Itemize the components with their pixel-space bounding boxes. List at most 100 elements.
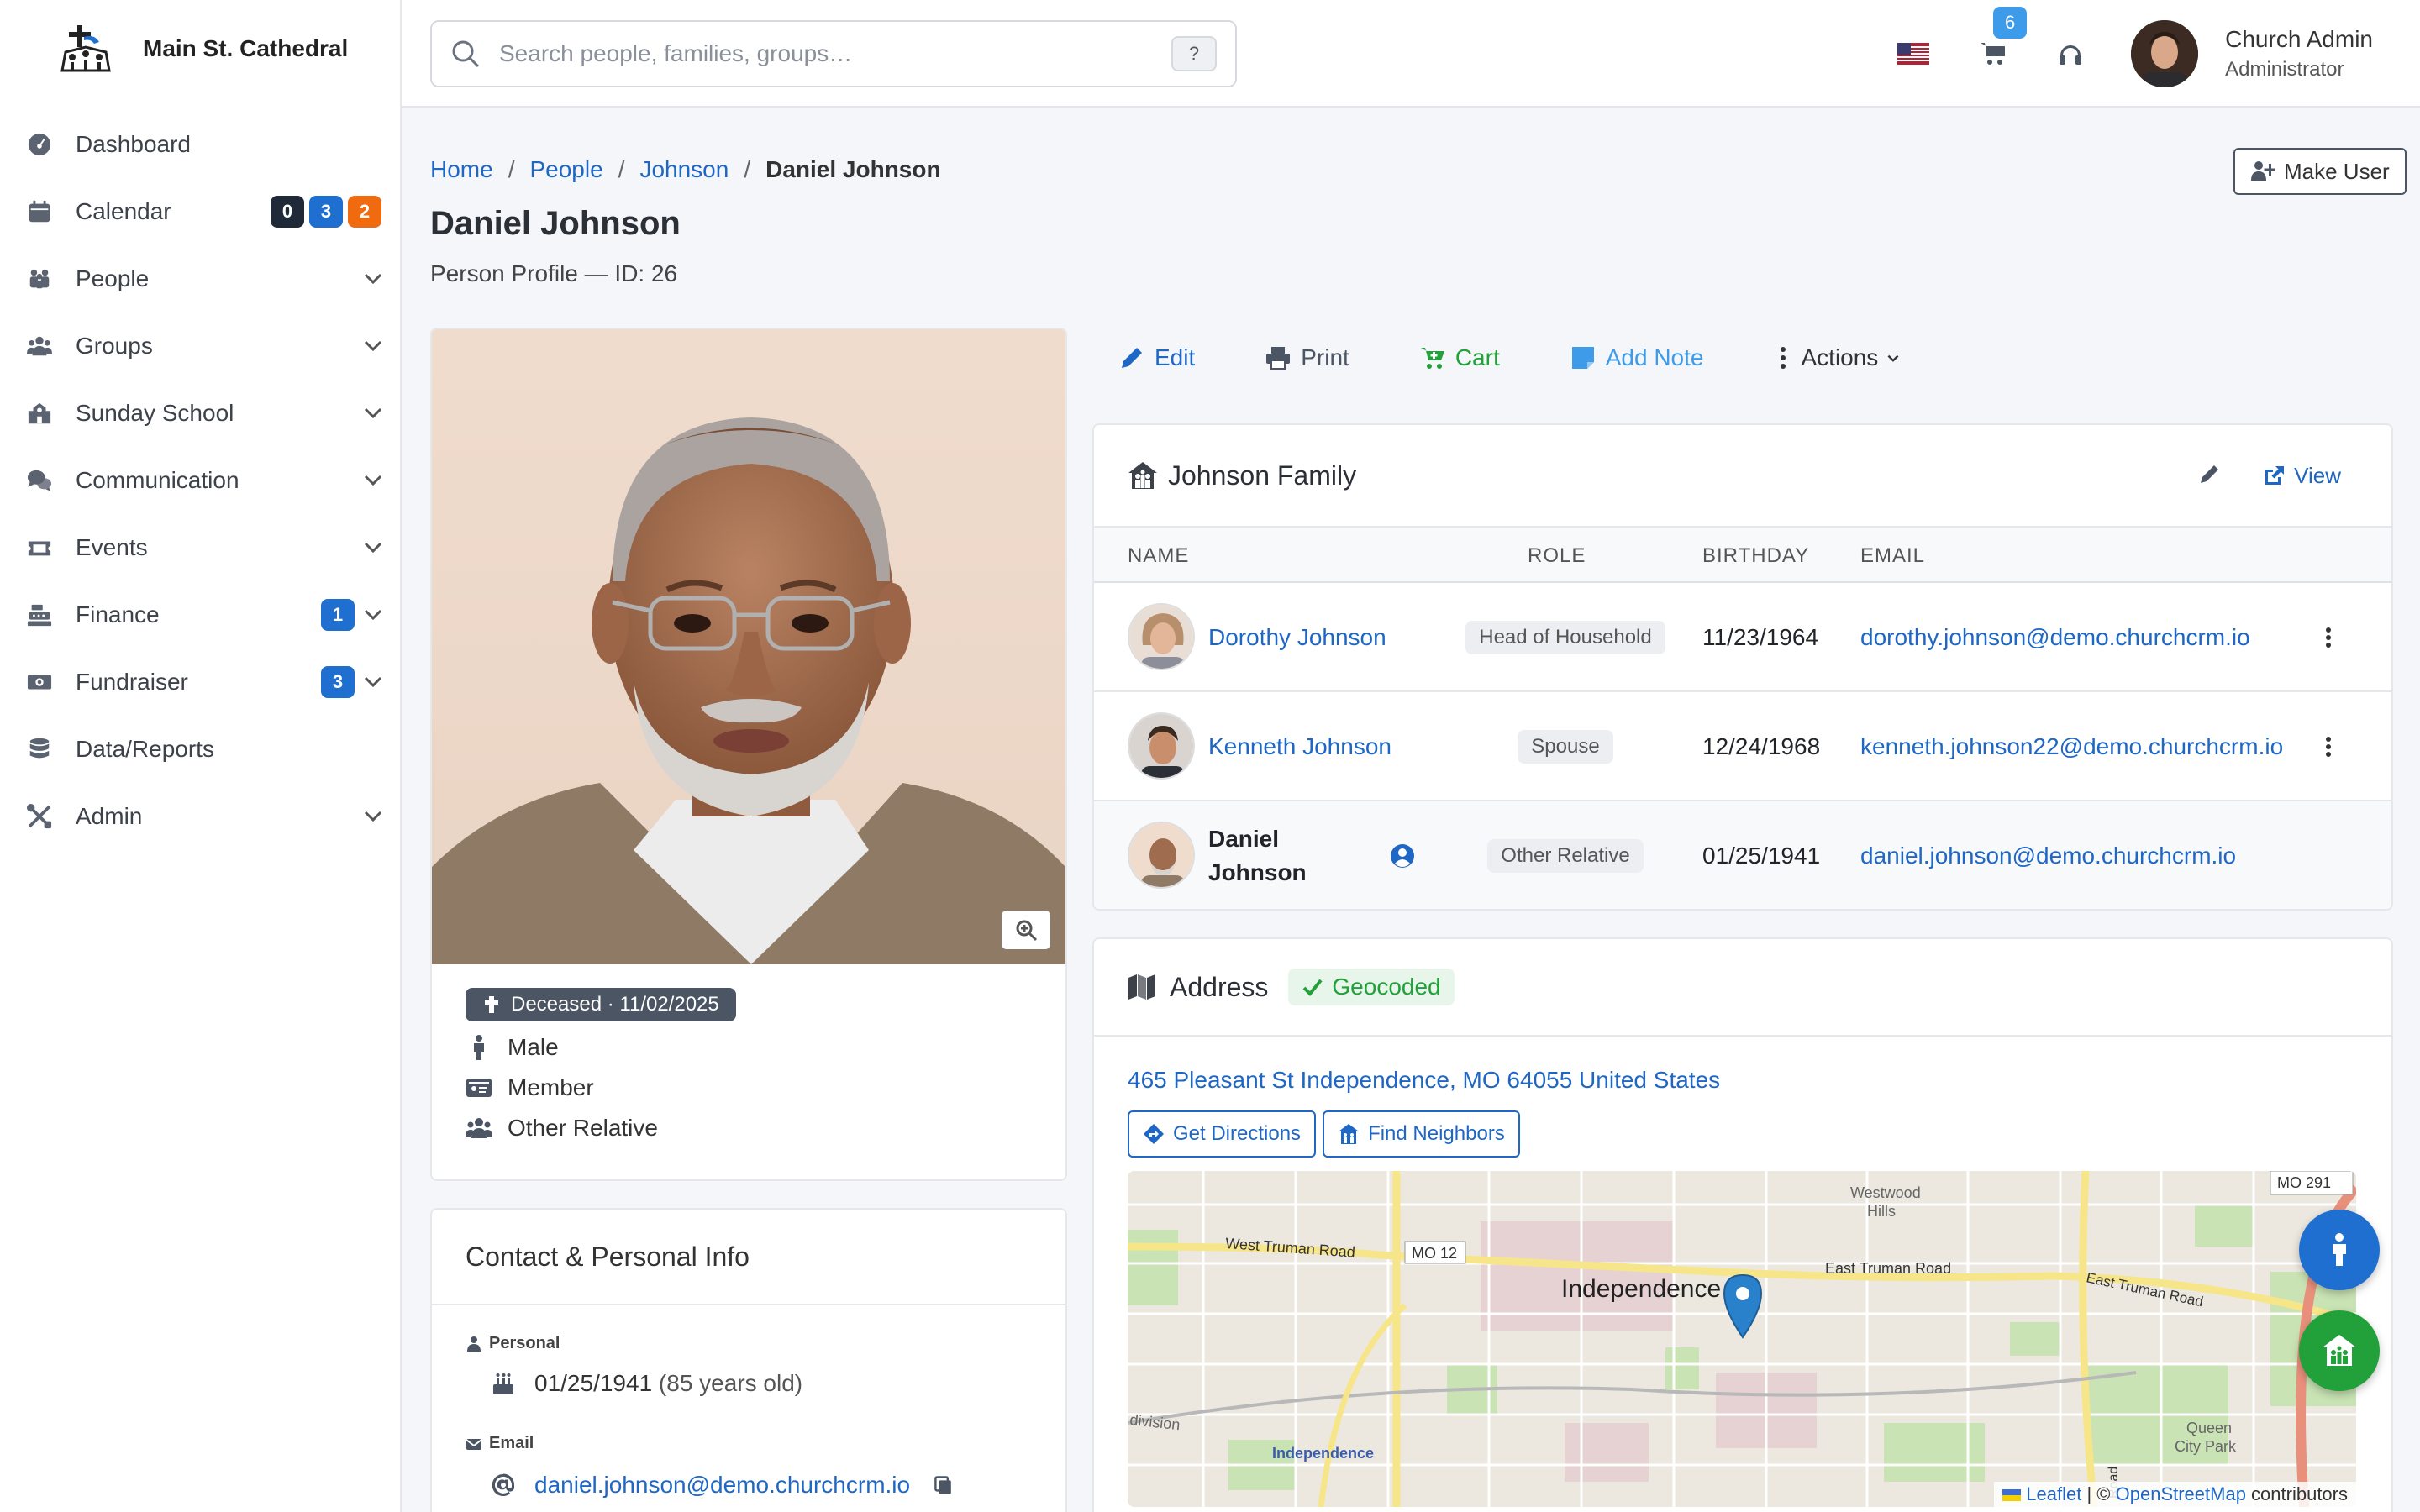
photo-zoom-button[interactable] (1002, 911, 1050, 949)
row-menu-button[interactable] (2324, 692, 2333, 801)
actions-dropdown[interactable]: Actions (1774, 344, 1900, 371)
sidebar-item-label: Groups (76, 333, 153, 359)
sidebar-item-admin[interactable]: Admin (0, 783, 400, 850)
envelope-icon (466, 1438, 482, 1450)
column-email: EMAIL (1860, 544, 1926, 567)
profile-photo[interactable] (432, 329, 1065, 964)
family-name: Johnson Family (1168, 459, 1357, 491)
page-title: Daniel Johnson (430, 205, 681, 242)
birthdate-value: 01/25/1941 (534, 1370, 653, 1396)
view-family-link[interactable]: View (2264, 463, 2341, 489)
email-link[interactable]: daniel.johnson@demo.churchcrm.io (534, 1472, 910, 1499)
breadcrumb-family[interactable]: Johnson (639, 156, 729, 183)
view-label: View (2294, 462, 2341, 488)
member-birthday: 11/23/1964 (1702, 624, 1819, 650)
us-flag-icon[interactable] (1897, 43, 1930, 65)
print-button[interactable]: Print (1265, 344, 1349, 371)
family-card: Johnson Family View NAME ROLE BIRTHDAY E… (1092, 423, 2393, 911)
row-menu-button[interactable] (2324, 583, 2333, 692)
database-icon (25, 735, 54, 764)
sidebar-item-finance[interactable]: Finance 1 (0, 581, 400, 648)
brand[interactable]: Main St. Cathedral (0, 0, 400, 97)
gauge-icon (25, 130, 54, 159)
map-label-area: City Park (2175, 1438, 2237, 1455)
support-button[interactable] (2054, 37, 2087, 71)
gender-value: Male (508, 1034, 559, 1060)
chevron-down-icon (360, 400, 387, 427)
user-menu[interactable]: Church Admin Administrator (2225, 26, 2373, 81)
map-label-station: Independence (1272, 1445, 1374, 1462)
add-note-button[interactable]: Add Note (1570, 344, 1703, 371)
member-last-name: Johnson (1208, 859, 1307, 885)
attribution-rest: contributors (2245, 1483, 2348, 1504)
person-icon (2333, 1233, 2346, 1266)
search-icon (452, 40, 480, 68)
sidebar-item-fundraiser[interactable]: Fundraiser 3 (0, 648, 400, 716)
osm-link[interactable]: OpenStreetMap (2116, 1483, 2246, 1504)
address-title: Address (1170, 971, 1269, 1002)
user-plus-icon (2251, 161, 2275, 181)
family-home-icon (1128, 462, 1157, 489)
sidebar-item-label: Admin (76, 803, 143, 829)
copy-icon[interactable] (934, 1475, 954, 1495)
breadcrumb-separator: / (508, 156, 515, 182)
member-email-link[interactable]: dorothy.johnson@demo.churchcrm.io (1860, 624, 2250, 651)
ukraine-flag-icon (2002, 1489, 2022, 1502)
find-neighbors-button[interactable]: Find Neighbors (1323, 1110, 1520, 1158)
address-map[interactable]: West Truman Road MO 12 Independence East… (1128, 1171, 2356, 1507)
member-birthday: 01/25/1941 (1702, 843, 1821, 869)
make-user-label: Make User (2284, 158, 2390, 184)
table-row-current: Daniel Johnson Other Relative 01/25/1941… (1094, 801, 2391, 909)
search-shortcut-hint[interactable]: ? (1171, 36, 1217, 71)
edit-button[interactable]: Edit (1119, 344, 1195, 371)
id-card-icon (466, 1079, 492, 1097)
sidebar-item-label: Sunday School (76, 400, 234, 426)
sidebar-item-groups[interactable]: Groups (0, 312, 400, 380)
contact-card-title: Contact & Personal Info (432, 1210, 1065, 1305)
member-name-link[interactable]: Dorothy Johnson (1208, 624, 1386, 651)
sidebar-item-sunday-school[interactable]: Sunday School (0, 380, 400, 447)
sidebar-item-communication[interactable]: Communication (0, 447, 400, 514)
address-link[interactable]: 465 Pleasant St Independence, MO 64055 U… (1128, 1067, 1720, 1094)
pencil-icon (2201, 465, 2219, 483)
user-avatar[interactable] (2131, 20, 2199, 87)
school-icon (25, 399, 54, 428)
family-fab[interactable] (2299, 1310, 2380, 1391)
chevron-down-icon (360, 601, 387, 628)
breadcrumb-separator: / (618, 156, 625, 182)
sidebar-item-label: Dashboard (76, 131, 191, 157)
sidebar-item-people[interactable]: People (0, 245, 400, 312)
cash-register-icon (25, 601, 54, 629)
member-email-link[interactable]: kenneth.johnson22@demo.churchcrm.io (1860, 733, 2283, 760)
avatar[interactable] (1128, 603, 1195, 670)
member-name-link[interactable]: Kenneth Johnson (1208, 733, 1392, 760)
sidebar-item-dashboard[interactable]: Dashboard (0, 111, 400, 178)
map-label-area: Queen (2186, 1420, 2232, 1436)
sidebar-item-calendar[interactable]: Calendar 0 3 2 (0, 178, 400, 245)
calendar-badge-today: 0 (271, 196, 304, 228)
search-input[interactable] (499, 40, 1171, 67)
accessibility-fab[interactable] (2299, 1210, 2380, 1290)
leaflet-link[interactable]: Leaflet (2026, 1483, 2081, 1504)
cart-button[interactable]: 6 (1976, 7, 2028, 71)
find-neighbors-label: Find Neighbors (1368, 1122, 1505, 1145)
user-role: Administrator (2225, 58, 2344, 81)
map-label-highway: MO 12 (1412, 1245, 1457, 1262)
get-directions-button[interactable]: Get Directions (1128, 1110, 1317, 1158)
add-to-cart-button[interactable]: Cart (1420, 344, 1500, 371)
family-role-line: Other Relative (466, 1114, 1032, 1142)
birthdate-row: 01/25/1941 (85 years old) (491, 1370, 1065, 1397)
edit-family-button[interactable] (2198, 462, 2222, 490)
actions-label: Actions (1801, 344, 1879, 370)
breadcrumb-home[interactable]: Home (430, 156, 493, 183)
avatar[interactable] (1128, 822, 1195, 889)
global-search[interactable]: ? (430, 20, 1237, 87)
sidebar-item-events[interactable]: Events (0, 514, 400, 581)
make-user-button[interactable]: Make User (2233, 148, 2407, 195)
profile-summary: Deceased · 11/02/2025 Male Member Other … (432, 964, 1065, 1166)
sidebar-item-data-reports[interactable]: Data/Reports (0, 716, 400, 783)
breadcrumb-people[interactable]: People (529, 156, 602, 183)
avatar[interactable] (1128, 712, 1195, 780)
member-email-link[interactable]: daniel.johnson@demo.churchcrm.io (1860, 843, 2236, 869)
male-icon (474, 1035, 484, 1060)
